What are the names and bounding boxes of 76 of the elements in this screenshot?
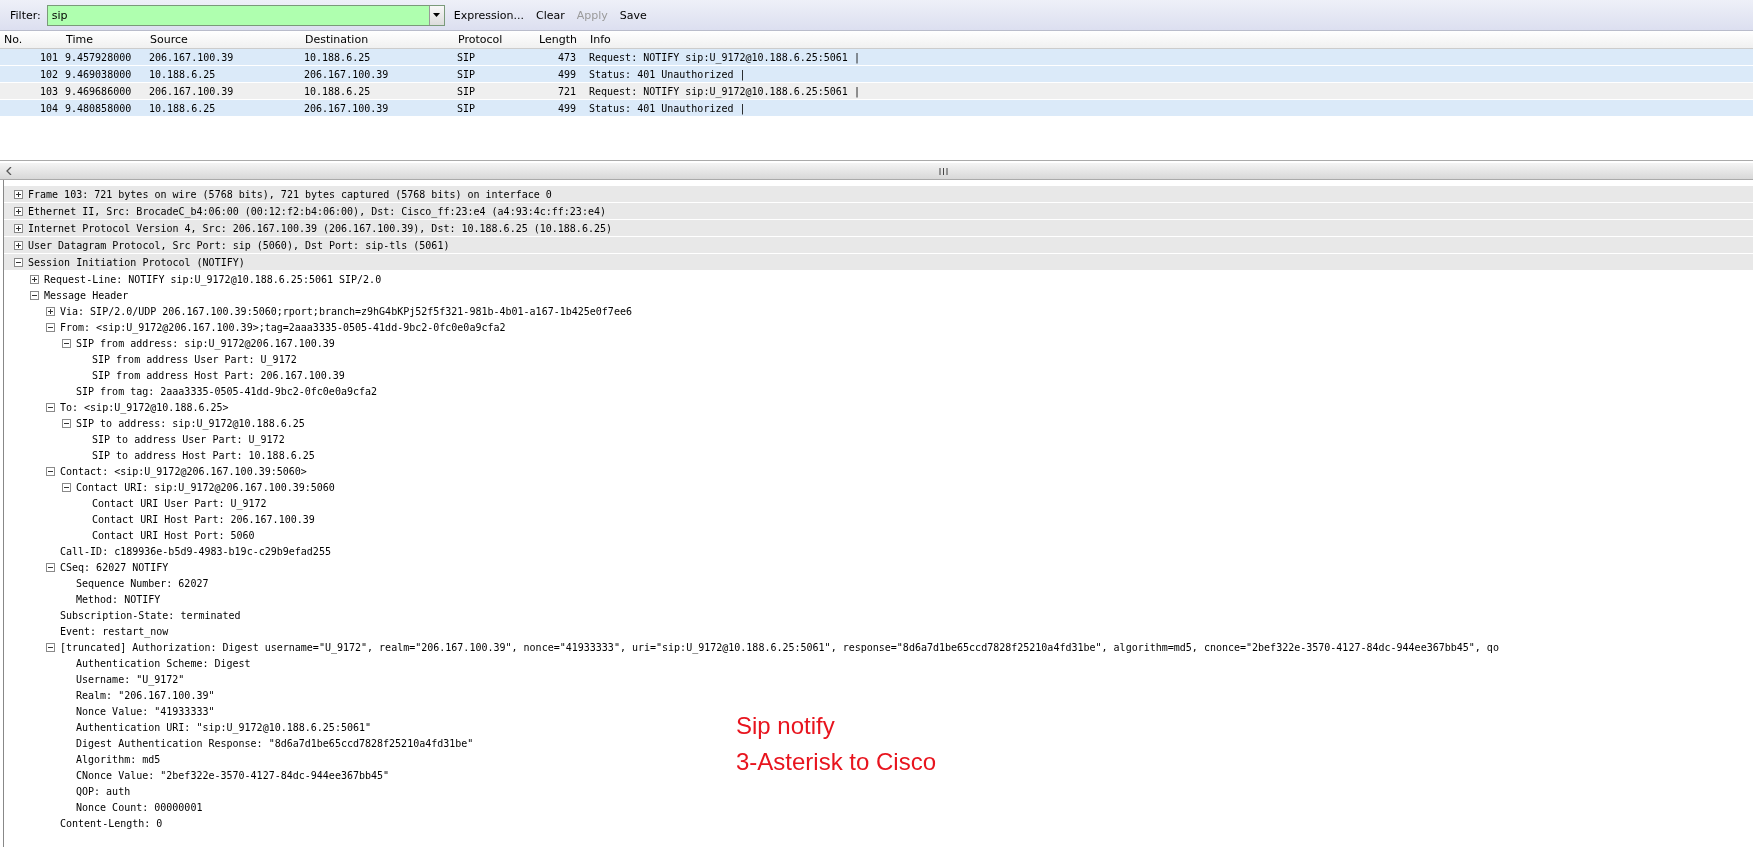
tree-item[interactable]: QOP: auth (76, 785, 131, 797)
filter-input[interactable]: sip (46, 4, 445, 26)
dropdown-button[interactable] (428, 5, 444, 25)
tree-item[interactable]: Sequence Number: 62027 (76, 577, 209, 589)
tree-item[interactable]: Contact: <sip:U_9172@206.167.100.39:5060> (60, 465, 307, 477)
packet-row[interactable]: 104 9.480858000 10.188.6.25 206.167.100.39 SIP 499 Status: 401 Unauthorized | (0, 100, 1753, 117)
tree-item[interactable]: Contact URI User Part: U_9172 (92, 497, 267, 509)
tree-item[interactable]: Realm: "206.167.100.39" (76, 689, 215, 701)
toolbar-button[interactable]: Expression... (448, 6, 529, 24)
collapse-icon[interactable] (62, 418, 71, 428)
tree-item[interactable]: Contact URI Host Part: 206.167.100.39 (92, 513, 315, 525)
tree-item[interactable]: Via: SIP/2.0/UDP 206.167.100.39:5060;rport;branch=z9hG4bKPj52f5f321-981b-4b01-a167-1b425e0f7ee6 (60, 305, 632, 317)
packet-row[interactable]: 102 9.469038000 10.188.6.25 206.167.100.39 SIP 499 Status: 401 Unauthorized | (0, 66, 1753, 83)
tree-item[interactable]: SIP to address User Part: U_9172 (92, 433, 285, 445)
tree-item[interactable]: Session Initiation Protocol (NOTIFY) (28, 256, 245, 268)
tree-item[interactable]: Nonce Count: 00000001 (76, 801, 203, 813)
tree-item[interactable]: SIP from tag: 2aaa3335-0505-41dd-9bc2-0fc0e0a9cfa2 (76, 385, 378, 397)
tree-item[interactable]: SIP from address: sip:U_9172@206.167.100.39 (76, 337, 335, 349)
annotation-text: Sip notify (736, 711, 836, 741)
tree-item[interactable]: Authentication URI: "sip:U_9172@10.188.6.25:5061" (76, 721, 371, 733)
collapse-icon[interactable] (46, 322, 55, 332)
column-header[interactable]: Protocol (454, 33, 535, 46)
tree-item[interactable]: SIP from address Host Part: 206.167.100.39 (92, 369, 345, 381)
column-header[interactable]: Source (146, 33, 301, 46)
annotation-text: 3-Asterisk to Cisco (736, 747, 937, 777)
packet-row[interactable]: 101 9.457928000 206.167.100.39 10.188.6.25 SIP 473 Request: NOTIFY sip:U_9172@10.188.6.25:5061 | (0, 49, 1753, 66)
expand-icon[interactable] (14, 240, 23, 250)
collapse-icon[interactable] (30, 290, 39, 300)
tree-item[interactable]: Event: restart_now (60, 625, 169, 637)
tree-item[interactable]: Digest Authentication Response: "8d6a7d1be65ccd7828f25210a4fd31be" (76, 737, 474, 749)
tree-item[interactable]: Method: NOTIFY (76, 593, 161, 605)
tree-item[interactable]: Contact URI Host Port: 5060 (92, 529, 255, 541)
collapse-icon[interactable] (46, 642, 55, 652)
expand-icon[interactable] (14, 223, 23, 233)
tree-item[interactable]: Nonce Value: "41933333" (76, 705, 215, 717)
tree-item[interactable]: Username: "U_9172" (76, 673, 185, 685)
tree-item[interactable]: SIP from address User Part: U_9172 (92, 353, 297, 365)
tree-item[interactable]: To: <sip:U_9172@10.188.6.25> (60, 401, 229, 413)
scroll-grip-icon[interactable] (939, 167, 948, 175)
collapse-icon[interactable] (62, 338, 71, 348)
collapse-icon[interactable] (62, 482, 71, 492)
column-header[interactable]: Info (586, 33, 1753, 46)
column-header[interactable]: Length (535, 33, 586, 46)
tree-item[interactable]: Request-Line: NOTIFY sip:U_9172@10.188.6.25:5061 SIP/2.0 (44, 273, 382, 285)
tree-item[interactable]: Authentication Scheme: Digest (76, 657, 251, 669)
toolbar-button[interactable]: Clear (530, 6, 570, 24)
tree-item[interactable]: Content-Length: 0 (60, 817, 163, 829)
tree-item[interactable]: User Datagram Protocol, Src Port: sip (5060), Dst Port: sip-tls (5061) (28, 239, 450, 251)
expand-icon[interactable] (14, 206, 23, 216)
collapse-icon[interactable] (46, 562, 55, 572)
tree-item[interactable]: [truncated] Authorization: Digest username="U_9172", realm="206.167.100.39", nonce="41933333", uri="sip:U_9172@10.188.6.25:5061", response="8d6a7d1be65ccd7828f25210a4fd31be", algorithm=md5, cnonce="2bef322e-3570-4127-84dc-944ee367bb45", qo (60, 641, 1499, 653)
tree-item[interactable]: Subscription-State: terminated (60, 609, 241, 621)
tree-item[interactable]: CNonce Value: "2bef322e-3570-4127-84dc-944ee367bb45" (76, 769, 390, 781)
column-header[interactable]: Destination (301, 33, 454, 46)
packet-row[interactable]: 103 9.469686000 206.167.100.39 10.188.6.25 SIP 721 Request: NOTIFY sip:U_9172@10.188.6.25:5061 | (0, 83, 1753, 100)
column-header[interactable]: Time (62, 33, 146, 46)
scroll-left-icon[interactable] (6, 167, 12, 175)
tree-item[interactable]: Call-ID: c189936e-b5d9-4983-b19c-c29b9efad255 (60, 545, 331, 557)
tree-item[interactable]: Contact URI: sip:U_9172@206.167.100.39:5060 (76, 481, 335, 493)
collapse-icon[interactable] (14, 257, 23, 267)
column-header[interactable]: No. (0, 33, 62, 46)
tree-item[interactable]: Message Header (44, 289, 129, 301)
toolbar-button[interactable]: Save (614, 6, 652, 24)
tree-item[interactable]: From: <sip:U_9172@206.167.100.39>;tag=2aaa3335-0505-41dd-9bc2-0fc0e0a9cfa2 (60, 321, 506, 333)
tree-item[interactable]: Algorithm: md5 (76, 753, 161, 765)
expand-icon[interactable] (46, 306, 55, 316)
caret-icon (433, 13, 441, 17)
horizontal-scrollbar[interactable] (0, 163, 1753, 180)
tree-item[interactable]: SIP to address Host Part: 10.188.6.25 (92, 449, 315, 461)
filter-label: Filter: (10, 8, 41, 22)
expand-icon[interactable] (14, 189, 23, 199)
collapse-icon[interactable] (46, 402, 55, 412)
expand-icon[interactable] (30, 274, 39, 284)
tree-item[interactable]: CSeq: 62027 NOTIFY (60, 561, 169, 573)
collapse-icon[interactable] (46, 466, 55, 476)
tree-item[interactable]: SIP to address: sip:U_9172@10.188.6.25 (76, 417, 305, 429)
